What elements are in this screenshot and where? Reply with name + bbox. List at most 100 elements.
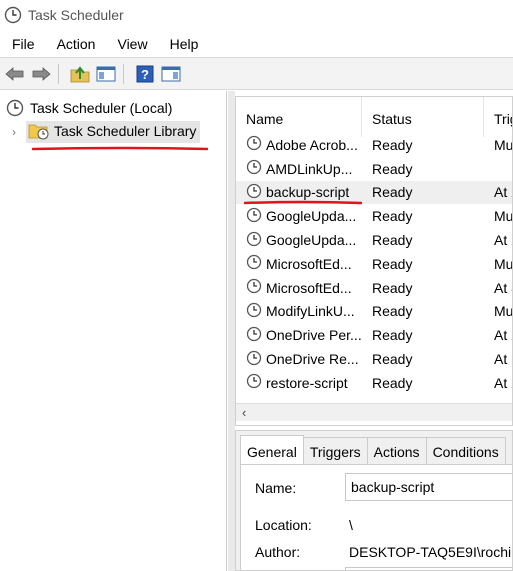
task-trigger: At 8 bbox=[494, 279, 512, 296]
task-name-cell: GoogleUpda... bbox=[236, 207, 362, 226]
task-clock-icon bbox=[246, 302, 262, 321]
chevron-right-icon[interactable]: › bbox=[12, 125, 26, 139]
title-bar: Task Scheduler bbox=[0, 0, 513, 30]
task-clock-icon bbox=[246, 373, 262, 392]
description-field[interactable] bbox=[345, 567, 512, 570]
task-row[interactable]: MicrosoftEd... Ready Mu bbox=[236, 252, 513, 276]
console-tree: Task Scheduler (Local) › Task Scheduler … bbox=[0, 91, 227, 571]
details-tabs: General Triggers Actions Conditions bbox=[240, 435, 506, 465]
task-name-cell: Adobe Acrob... bbox=[236, 135, 362, 154]
task-trigger: Mu bbox=[494, 208, 513, 225]
show-hide-action-pane-icon[interactable] bbox=[160, 63, 182, 85]
task-name: Adobe Acrob... bbox=[266, 136, 358, 153]
task-status: Ready bbox=[372, 374, 413, 391]
task-row[interactable]: OneDrive Per... Ready At 2 bbox=[236, 323, 512, 347]
task-status: Ready bbox=[372, 136, 413, 153]
tab-actions[interactable]: Actions bbox=[366, 437, 427, 464]
task-name-cell: MicrosoftEd... bbox=[236, 278, 362, 297]
task-name-cell: MicrosoftEd... bbox=[236, 254, 362, 273]
task-name-cell: restore-script bbox=[236, 373, 362, 392]
task-row[interactable]: OneDrive Re... Ready At bbox=[236, 347, 512, 371]
general-tab-body: Name: backup-script Location: \ Author: … bbox=[240, 464, 513, 570]
task-status: Ready bbox=[372, 327, 413, 344]
task-name-cell: AMDLinkUp... bbox=[236, 159, 362, 178]
toolbar-separator bbox=[58, 63, 59, 84]
task-name: MicrosoftEd... bbox=[266, 279, 352, 296]
task-clock-icon bbox=[246, 159, 262, 178]
tree-child-label: Task Scheduler Library bbox=[54, 123, 197, 139]
horizontal-scrollbar[interactable]: ‹ bbox=[236, 403, 512, 421]
menu-action[interactable]: Action bbox=[45, 36, 106, 52]
annotation-underline bbox=[244, 200, 362, 205]
task-trigger: At 2 bbox=[494, 374, 512, 391]
task-row[interactable]: restore-script Ready At 2 bbox=[236, 371, 512, 395]
task-name: ModifyLinkU... bbox=[266, 303, 355, 320]
task-clock-icon bbox=[246, 231, 262, 250]
scroll-left-icon[interactable]: ‹ bbox=[242, 405, 246, 420]
forward-arrow-icon[interactable] bbox=[30, 63, 52, 85]
task-name: AMDLinkUp... bbox=[266, 160, 353, 177]
location-value: \ bbox=[349, 517, 353, 533]
folder-up-icon[interactable] bbox=[69, 63, 91, 85]
task-trigger: At 2 bbox=[494, 232, 512, 249]
task-row[interactable]: AMDLinkUp... Ready bbox=[236, 157, 512, 181]
toolbar: ? bbox=[0, 58, 513, 90]
author-value: DESKTOP-TAQ5E9I\rochin bbox=[349, 544, 513, 560]
task-status: Ready bbox=[372, 208, 413, 225]
task-clock-icon bbox=[246, 326, 262, 345]
annotation-underline bbox=[32, 146, 208, 151]
task-row[interactable]: GoogleUpda... Ready At 2 bbox=[236, 228, 512, 252]
task-row[interactable]: GoogleUpda... Ready Mu bbox=[236, 204, 513, 228]
location-label: Location: bbox=[255, 517, 312, 533]
task-trigger: Mu bbox=[494, 255, 513, 272]
help-icon[interactable]: ? bbox=[134, 63, 156, 85]
task-row[interactable]: Adobe Acrob... Ready Mu bbox=[236, 133, 512, 157]
tree-item-task-scheduler-library[interactable]: › Task Scheduler Library bbox=[12, 121, 201, 143]
task-trigger: At 2 bbox=[494, 184, 512, 201]
column-header-triggers[interactable]: Trig bbox=[484, 97, 512, 137]
menu-bar: File Action View Help bbox=[0, 30, 513, 58]
tab-conditions[interactable]: Conditions bbox=[425, 437, 506, 464]
pane-splitter[interactable] bbox=[228, 91, 235, 571]
task-name-cell: ModifyLinkU... bbox=[236, 302, 362, 321]
task-clock-icon bbox=[246, 135, 262, 154]
column-header-name[interactable]: Name bbox=[236, 97, 362, 137]
task-name: OneDrive Re... bbox=[266, 351, 359, 368]
name-field[interactable]: backup-script bbox=[345, 473, 512, 501]
column-header-status[interactable]: Status bbox=[362, 97, 484, 137]
menu-view[interactable]: View bbox=[105, 36, 157, 52]
task-name-cell: OneDrive Per... bbox=[236, 326, 362, 345]
task-scheduler-clock-icon bbox=[4, 6, 22, 24]
toolbar-separator bbox=[123, 63, 124, 84]
menu-file[interactable]: File bbox=[0, 36, 45, 52]
menu-help[interactable]: Help bbox=[158, 36, 209, 52]
svg-text:?: ? bbox=[141, 67, 149, 82]
task-name: restore-script bbox=[266, 374, 348, 391]
author-label: Author: bbox=[255, 544, 301, 560]
name-label: Name: bbox=[255, 480, 297, 496]
clock-icon bbox=[6, 99, 24, 117]
task-name: GoogleUpda... bbox=[266, 208, 357, 225]
show-hide-console-tree-icon[interactable] bbox=[95, 63, 117, 85]
task-row[interactable]: MicrosoftEd... Ready At 8 bbox=[236, 276, 512, 300]
task-status: Ready bbox=[372, 303, 413, 320]
task-row[interactable]: ModifyLinkU... Ready Mu bbox=[236, 300, 512, 324]
tab-general[interactable]: General bbox=[240, 435, 304, 464]
task-list: Name Status Trig Adobe Acrob... Ready Mu AM… bbox=[235, 96, 513, 426]
task-details-pane: General Triggers Actions Conditions Name… bbox=[235, 430, 513, 571]
window-title: Task Scheduler bbox=[28, 7, 124, 23]
task-clock-icon bbox=[246, 254, 262, 273]
tree-item-task-scheduler-local[interactable]: Task Scheduler (Local) bbox=[6, 99, 172, 117]
task-status: Ready bbox=[372, 351, 413, 368]
task-clock-icon bbox=[246, 207, 262, 226]
task-status: Ready bbox=[372, 232, 413, 249]
task-list-header: Name Status Trig bbox=[236, 97, 512, 137]
back-arrow-icon[interactable] bbox=[4, 63, 26, 85]
task-clock-icon bbox=[246, 350, 262, 369]
task-status: Ready bbox=[372, 160, 413, 177]
task-name: GoogleUpda... bbox=[266, 232, 357, 249]
tree-item-selection: Task Scheduler Library bbox=[26, 121, 201, 143]
task-trigger: At 2 bbox=[494, 327, 512, 344]
tab-triggers[interactable]: Triggers bbox=[302, 437, 368, 464]
task-rows: Adobe Acrob... Ready Mu AMDLinkUp... Ready ba… bbox=[236, 133, 513, 395]
